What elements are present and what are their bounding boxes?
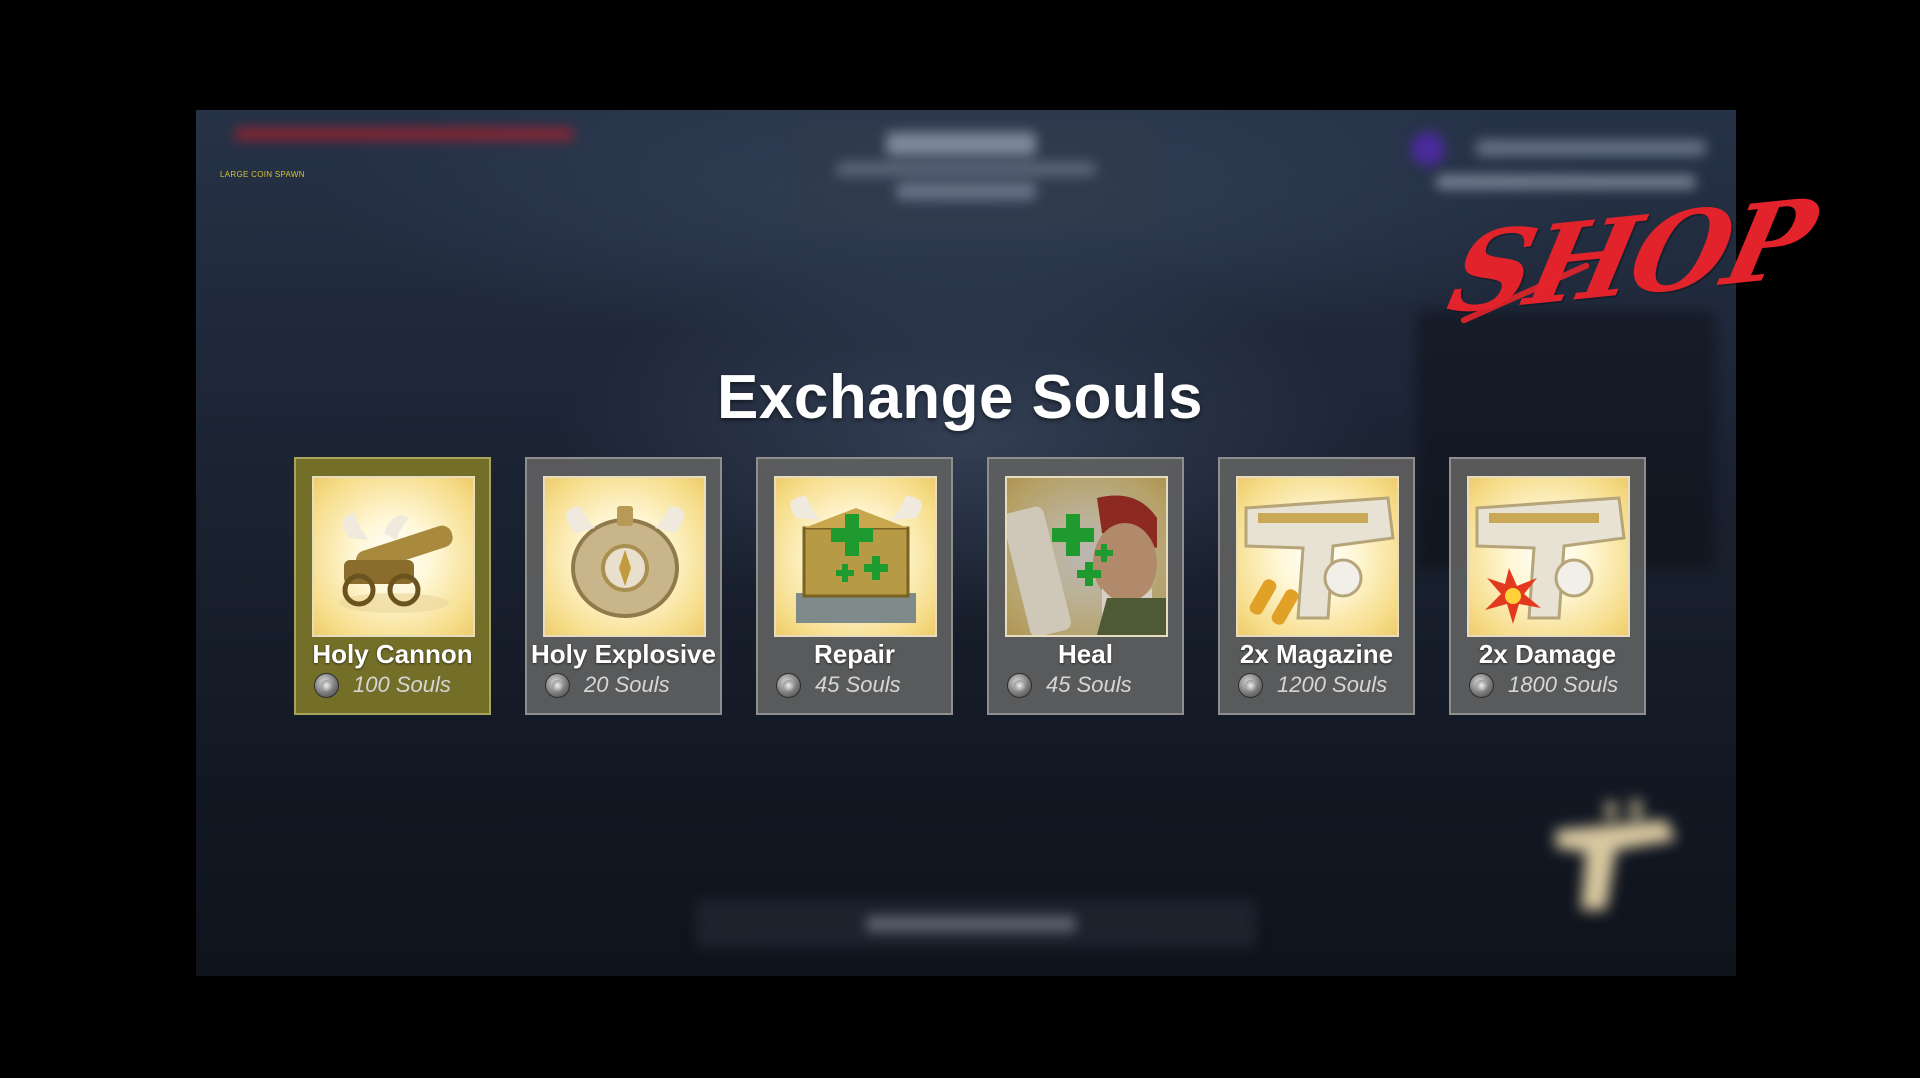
hud-objective-line [836, 162, 1096, 176]
soul-coin-icon [776, 672, 801, 698]
hud-right-line [1476, 140, 1706, 156]
item-name: Holy Explosive [531, 639, 716, 669]
price-row: 100 Souls [314, 671, 451, 699]
shop-item-2x-damage[interactable]: 2x Damage 1800 Souls [1449, 457, 1646, 715]
item-name: Repair [814, 639, 895, 669]
price-row: 45 Souls [1007, 671, 1132, 699]
item-price: 100 Souls [353, 672, 451, 697]
magazine-pistol-icon [1236, 476, 1399, 637]
item-name: 2x Magazine [1239, 639, 1394, 669]
price-row: 1200 Souls [1238, 671, 1387, 699]
hud-hint-text: LARGE COIN SPAWN [220, 170, 305, 179]
health-bar [234, 128, 574, 140]
item-name: Holy Cannon [312, 639, 473, 669]
shop-item-repair[interactable]: Repair 45 Souls [756, 457, 953, 715]
item-name: Heal [1058, 639, 1113, 669]
shop-item-2x-magazine[interactable]: 2x Magazine 1200 Souls [1218, 457, 1415, 715]
soul-coin-icon [1007, 672, 1032, 698]
price-row: 20 Souls [545, 671, 670, 699]
hud-right-line [1436, 175, 1696, 189]
item-price: 20 Souls [584, 672, 670, 697]
bottom-prompt-line [866, 916, 1076, 932]
heal-soldier-icon [1005, 476, 1168, 637]
damage-pistol-icon [1467, 476, 1630, 637]
soul-coin-icon [314, 672, 339, 698]
item-price: 1200 Souls [1277, 672, 1388, 697]
shop-item-holy-explosive[interactable]: Holy Explosive 20 Souls [525, 457, 722, 715]
shop-item-list: Holy Cannon 100 Souls Holy Explosive 20 … [294, 457, 1650, 717]
held-pistol-icon [1546, 790, 1696, 940]
soul-coin-icon [1238, 672, 1263, 698]
shop-item-heal[interactable]: Heal 45 Souls [987, 457, 1184, 715]
explosive-barrel-icon [543, 476, 706, 637]
cannon-icon [312, 476, 475, 637]
hud-objective-line [896, 182, 1036, 200]
item-name: 2x Damage [1478, 639, 1617, 669]
soul-coin-icon [1469, 672, 1494, 698]
hud-orb-icon [1411, 132, 1445, 166]
price-row: 1800 Souls [1469, 671, 1618, 699]
hud-objective-line [886, 132, 1036, 156]
exchange-title: Exchange Souls [717, 363, 1203, 432]
price-row: 45 Souls [776, 671, 901, 699]
soul-coin-icon [545, 672, 570, 698]
item-price: 45 Souls [815, 672, 901, 697]
repair-ark-icon [774, 476, 937, 637]
item-price: 1800 Souls [1508, 672, 1619, 697]
shop-item-holy-cannon[interactable]: Holy Cannon 100 Souls [294, 457, 491, 715]
item-price: 45 Souls [1046, 672, 1132, 697]
